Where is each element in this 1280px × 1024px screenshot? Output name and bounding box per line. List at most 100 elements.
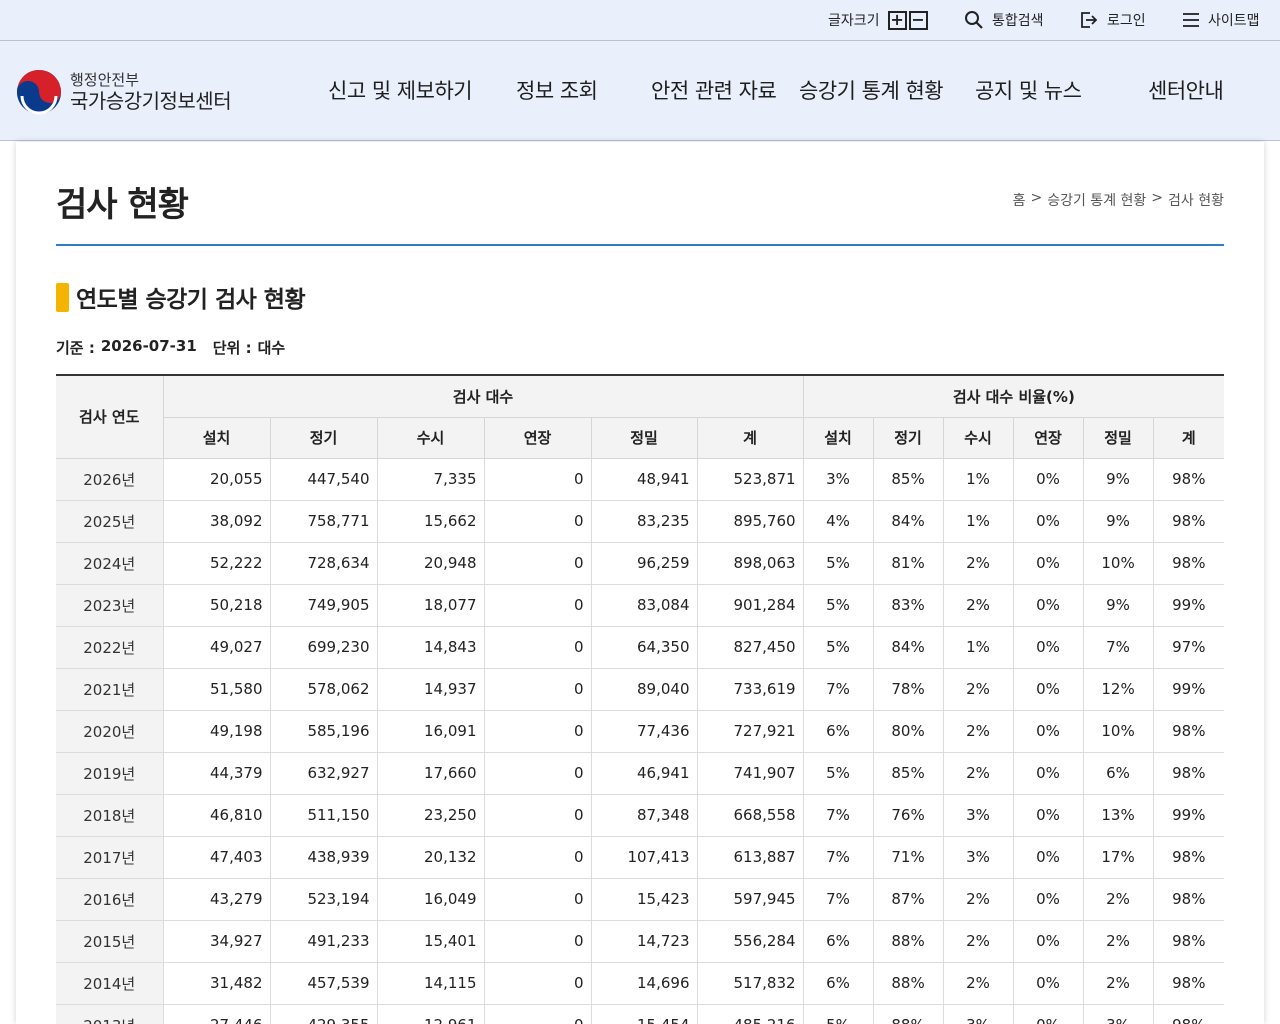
site-header: 행정안전부 국가승강기정보센터 신고 및 제보하기 정보 조회 안전 관련 자료… [0,41,1280,141]
table-row: 2022년 49,027 699,230 14,843 0 64,350 827,450 5%… [56,626,1225,669]
count-cell: 556,284 [697,920,804,963]
count-cell: 632,927 [270,752,378,795]
count-cell: 14,723 [591,920,698,963]
count-cell: 895,760 [697,500,804,543]
ratio-cell: 83% [873,584,944,627]
site-logo[interactable]: 행정안전부 국가승강기정보센터 [15,67,255,117]
count-cell: 0 [484,920,592,963]
year-cell: 2017년 [56,836,164,879]
count-column-header: 정기 [270,417,378,459]
ratio-cell: 76% [873,794,944,837]
ratio-cell: 0% [1013,500,1084,543]
ratio-cell: 7% [803,878,874,921]
count-cell: 20,948 [377,542,485,585]
ratio-column-header: 정기 [873,417,944,459]
count-cell: 0 [484,794,592,837]
ratio-cell: 6% [803,920,874,963]
ratio-cell: 4% [803,500,874,543]
nav-info-search[interactable]: 정보 조회 [516,75,598,107]
count-cell: 0 [484,710,592,753]
ratio-cell: 6% [1083,752,1154,795]
count-cell: 15,423 [591,878,698,921]
breadcrumb-statistics[interactable]: 승강기 통계 현황 [1047,190,1146,210]
login-icon [1079,10,1099,30]
count-cell: 523,194 [270,878,378,921]
nav-safety-materials[interactable]: 안전 관련 자료 [651,75,777,107]
count-cell: 15,454 [591,1004,698,1024]
ratio-cell: 85% [873,458,944,501]
nav-elevator-statistics[interactable]: 승강기 통계 현황 [799,75,944,107]
count-cell: 491,233 [270,920,378,963]
ratio-cell: 0% [1013,752,1084,795]
count-cell: 429,355 [270,1004,378,1024]
ratio-cell: 99% [1153,584,1225,627]
ratio-cell: 2% [943,542,1014,585]
count-cell: 83,084 [591,584,698,627]
ratio-column-header: 수시 [943,417,1014,459]
table-row: 2013년27,446429,35512,961015,454485,2165%… [56,1004,1225,1024]
ratio-cell: 98% [1153,836,1225,879]
ratio-cell: 98% [1153,920,1225,963]
count-cell: 438,939 [270,836,378,879]
table-row: 2024년 52,222 728,634 20,948 0 96,259 898,063 5%… [56,542,1225,585]
count-group-header: 검사 대수 [163,375,804,418]
ratio-column-header: 연장 [1013,417,1084,459]
font-size-decrease-button[interactable]: − [908,10,928,30]
ratio-cell: 0% [1013,794,1084,837]
nav-center-guide[interactable]: 센터안내 [1148,75,1224,107]
table-row: 2021년 51,580 578,062 14,937 0 89,040 733,619 7%… [56,668,1225,711]
count-cell: 14,696 [591,962,698,1005]
ratio-cell: 98% [1153,710,1225,753]
count-cell: 0 [484,752,592,795]
count-cell: 77,436 [591,710,698,753]
table-row: 2018년 46,810 511,150 23,250 0 87,348 668,558 7%… [56,794,1225,837]
ratio-cell: 1% [943,500,1014,543]
table-row: 2020년 49,198 585,196 16,091 0 77,436 727,921 6%… [56,710,1225,753]
ratio-cell: 5% [803,584,874,627]
ratio-cell: 7% [803,668,874,711]
count-cell: 23,250 [377,794,485,837]
count-cell: 20,132 [377,836,485,879]
count-cell: 18,077 [377,584,485,627]
count-cell: 38,092 [163,500,271,543]
count-cell: 597,945 [697,878,804,921]
count-cell: 7,335 [377,458,485,501]
year-cell: 2014년 [56,962,164,1005]
ratio-cell: 0% [1013,920,1084,963]
ratio-cell: 2% [943,668,1014,711]
count-cell: 613,887 [697,836,804,879]
count-cell: 0 [484,458,592,501]
count-column-header: 연장 [484,417,592,459]
section-heading: 연도별 승강기 검사 현황 [56,280,306,314]
year-cell: 2022년 [56,626,164,669]
year-cell: 2018년 [56,794,164,837]
section-marker [56,282,69,312]
count-cell: 733,619 [697,668,804,711]
count-cell: 728,634 [270,542,378,585]
count-cell: 49,198 [163,710,271,753]
logo-center-text: 국가승강기정보센터 [70,88,232,113]
count-cell: 15,401 [377,920,485,963]
ratio-cell: 0% [1013,878,1084,921]
sitemap-link[interactable]: 사이트맵 [1182,0,1260,40]
ratio-cell: 3% [943,1004,1014,1024]
ratio-cell: 5% [803,1004,874,1024]
font-size-label: 글자크기 [828,13,880,29]
nav-notice-news[interactable]: 공지 및 뉴스 [975,75,1082,107]
ratio-cell: 2% [943,962,1014,1005]
count-column-header: 정밀 [591,417,698,459]
breadcrumb-home[interactable]: 홈 [1013,190,1026,210]
count-cell: 0 [484,584,592,627]
content-area: 검사 현황 홈 > 승강기 통계 현황 > 검사 현황 연도별 승강기 검사 현… [16,142,1264,1024]
sitemap-label: 사이트맵 [1208,13,1260,29]
login-link[interactable]: 로그인 [1079,0,1146,40]
nav-report[interactable]: 신고 및 제보하기 [328,75,473,107]
unit-value: 대수 [257,339,286,357]
unified-search-link[interactable]: 통합검색 [964,0,1044,40]
ratio-cell: 2% [943,920,1014,963]
count-cell: 511,150 [270,794,378,837]
count-cell: 14,115 [377,962,485,1005]
count-cell: 46,941 [591,752,698,795]
ratio-cell: 81% [873,542,944,585]
font-size-increase-button[interactable]: + [887,10,907,30]
